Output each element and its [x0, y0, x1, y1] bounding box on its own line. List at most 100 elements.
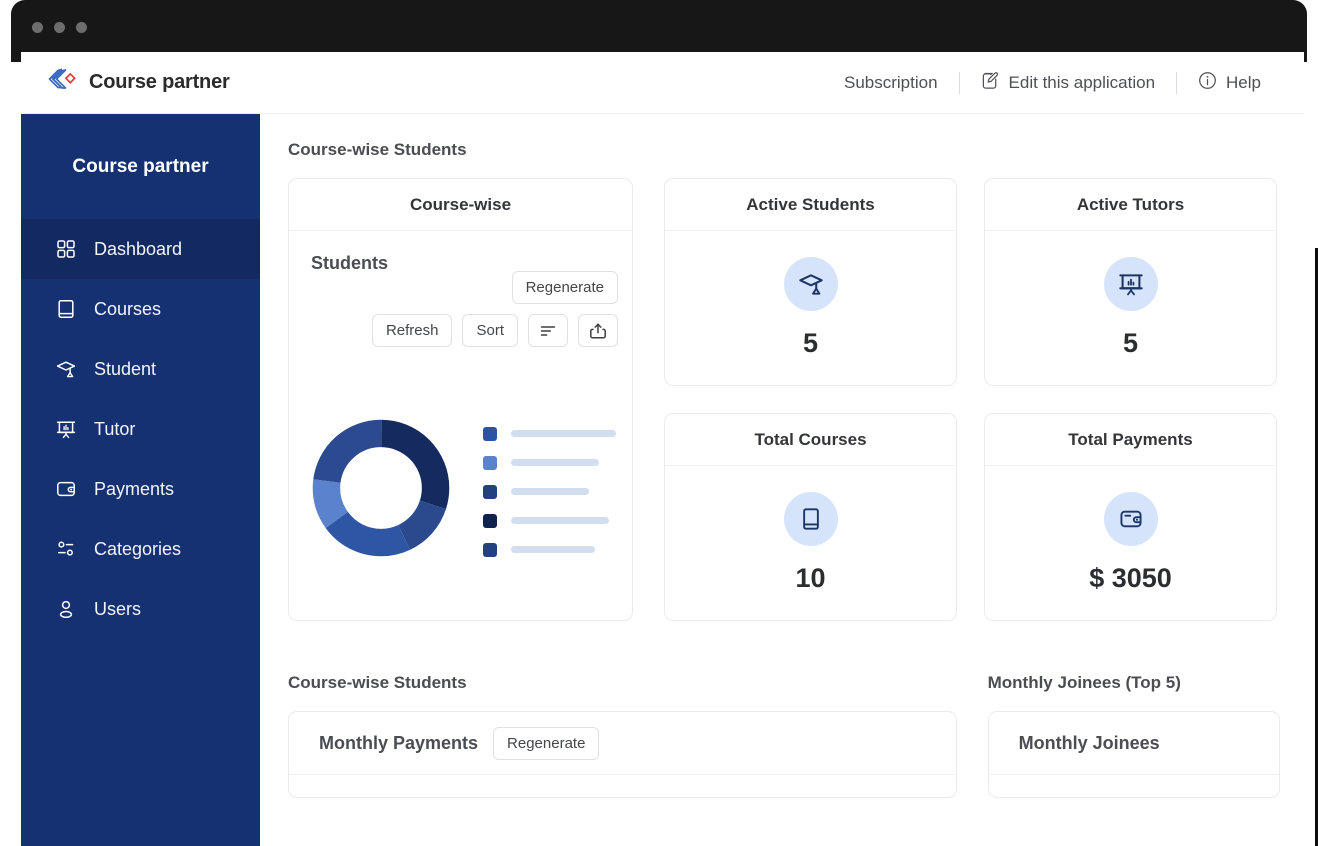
wallet-icon: [1103, 492, 1158, 546]
legend-placeholder-bar: [511, 546, 595, 553]
sidebar-item-tutor[interactable]: Tutor: [21, 399, 260, 459]
presentation-board-icon: [55, 418, 77, 440]
topnav-item-subscription[interactable]: Subscription: [823, 73, 959, 93]
main-content: Course-wise Students Course-wise Student…: [260, 114, 1304, 846]
topnav-item-edit-application[interactable]: Edit this application: [960, 71, 1176, 95]
sort-button[interactable]: Sort: [462, 314, 518, 347]
edit-pencil-icon: [981, 71, 1000, 95]
legend-placeholder-bar: [511, 430, 616, 437]
monthly-payments-card-body: [289, 775, 956, 797]
legend-swatch: [483, 426, 497, 441]
monthly-joinees-card: Monthly Joinees: [987, 711, 1280, 798]
book-icon: [783, 492, 838, 546]
course-wise-chart-card: Course-wise Students Regenerate Refresh …: [288, 178, 633, 621]
application-viewport: Course partner Subscription Edit this ap…: [21, 52, 1304, 846]
page-title: Course-wise Students: [288, 140, 467, 159]
brand-diamond-logo: [47, 65, 77, 100]
sidebar-item-label: Payments: [94, 478, 175, 499]
top-bar: Course partner Subscription Edit this ap…: [21, 52, 1304, 114]
bottom-right-column: Monthly Joinees (Top 5) Monthly Joinees: [987, 673, 1280, 798]
stat-card-body: 5: [985, 231, 1276, 385]
topnav-item-help[interactable]: Help: [1177, 71, 1282, 95]
stat-card-body: $ 3050: [985, 466, 1276, 620]
refresh-button[interactable]: Refresh: [371, 314, 453, 347]
legend-item: [483, 426, 616, 441]
stat-card-body: 10: [665, 466, 956, 620]
graduation-cap-icon: [55, 358, 77, 380]
sidebar-nav: Dashboard Courses Student Tutor Payments…: [21, 219, 260, 639]
legend-swatch: [483, 484, 497, 499]
info-circle-icon: [1198, 71, 1217, 95]
chart-toolbar-row-2: Refresh Sort: [371, 314, 618, 347]
sidebar-item-student[interactable]: Student: [21, 339, 260, 399]
monthly-joinees-title: Monthly Joinees: [1018, 732, 1160, 753]
monthly-joinees-card-header: Monthly Joinees: [988, 712, 1279, 775]
grid-squares-icon: [55, 238, 77, 260]
monthly-joinees-card-body: [989, 775, 1279, 797]
toggle-list-icon: [55, 538, 77, 560]
close-dot[interactable]: [32, 22, 43, 33]
stat-card-value: 10: [795, 563, 826, 593]
legend-placeholder-bar: [511, 459, 599, 466]
chart-card-body: Students Regenerate Refresh Sort: [289, 231, 632, 620]
sidebar-item-dashboard[interactable]: Dashboard: [21, 219, 260, 279]
body: Course partner Dashboard Courses Student…: [21, 114, 1304, 846]
sidebar-item-payments[interactable]: Payments: [21, 459, 260, 519]
bottom-left-column: Course-wise Students Monthly Payments Re…: [288, 673, 957, 798]
regenerate-button[interactable]: Regenerate: [511, 271, 618, 304]
stat-card-value: $ 3050: [1089, 563, 1172, 593]
sidebar-item-label: Categories: [94, 538, 182, 559]
sidebar-item-label: Student: [94, 358, 157, 379]
window-controls: [32, 22, 87, 33]
wallet-icon: [55, 478, 77, 500]
minimize-dot[interactable]: [54, 22, 65, 33]
regenerate-button[interactable]: Regenerate: [493, 726, 600, 760]
graduation-cap-icon: [783, 257, 838, 311]
legend-placeholder-bar: [511, 488, 589, 495]
stats-grid: Active Students 5 Active Tutors 5 Total …: [664, 178, 1277, 621]
filter-lines-icon: [539, 322, 557, 340]
maximize-dot[interactable]: [76, 22, 87, 33]
brand-title: Course partner: [89, 71, 230, 93]
sidebar-item-label: Courses: [94, 298, 162, 319]
legend-placeholder-bar: [511, 517, 609, 524]
export-upload-icon: [589, 322, 607, 340]
chart-card-header: Course-wise: [289, 179, 632, 231]
sidebar-item-courses[interactable]: Courses: [21, 279, 260, 339]
topnav-label: Subscription: [843, 72, 938, 92]
app-root: Course partner Subscription Edit this ap…: [0, 0, 1318, 846]
sidebar-title: Course partner: [72, 155, 209, 177]
stat-card-active-students: Active Students 5: [664, 178, 957, 386]
sidebar-item-users[interactable]: Users: [21, 579, 260, 639]
legend-item: [483, 455, 616, 470]
stat-card-total-courses: Total Courses 10: [664, 413, 957, 621]
top-nav: Subscription Edit this application Help: [823, 71, 1282, 95]
stat-card-title: Total Payments: [985, 414, 1276, 466]
sidebar-item-label: Dashboard: [94, 238, 183, 259]
legend-swatch: [483, 455, 497, 470]
sidebar: Course partner Dashboard Courses Student…: [21, 114, 260, 846]
legend-item: [483, 542, 616, 557]
user-icon: [55, 598, 77, 620]
stats-row-top: Active Students 5 Active Tutors 5: [664, 178, 1277, 386]
bottom-section: Course-wise Students Monthly Payments Re…: [288, 673, 1280, 798]
bottom-left-title: Course-wise Students: [288, 673, 467, 692]
bottom-right-title: Monthly Joinees (Top 5): [987, 673, 1181, 692]
stat-card-active-tutors: Active Tutors 5: [984, 178, 1277, 386]
monthly-payments-title: Monthly Payments: [319, 732, 479, 753]
topnav-label: Edit this application: [1008, 72, 1156, 92]
stat-card-value: 5: [1122, 328, 1139, 358]
filter-lines-button[interactable]: [528, 314, 568, 347]
presentation-board-icon: [1103, 257, 1158, 311]
stat-card-body: 5: [665, 231, 956, 385]
stat-card-value: 5: [802, 328, 819, 358]
book-icon: [55, 298, 77, 320]
stat-card-total-payments: Total Payments $ 3050: [984, 413, 1277, 621]
chart-legend: [483, 425, 616, 557]
brand[interactable]: Course partner: [47, 65, 230, 100]
donut-chart-area: [309, 416, 616, 565]
chart-toolbar-row-1: Regenerate: [511, 271, 618, 304]
sidebar-item-categories[interactable]: Categories: [21, 519, 260, 579]
monthly-payments-card-header: Monthly Payments Regenerate: [289, 712, 956, 775]
export-button[interactable]: [578, 314, 618, 347]
